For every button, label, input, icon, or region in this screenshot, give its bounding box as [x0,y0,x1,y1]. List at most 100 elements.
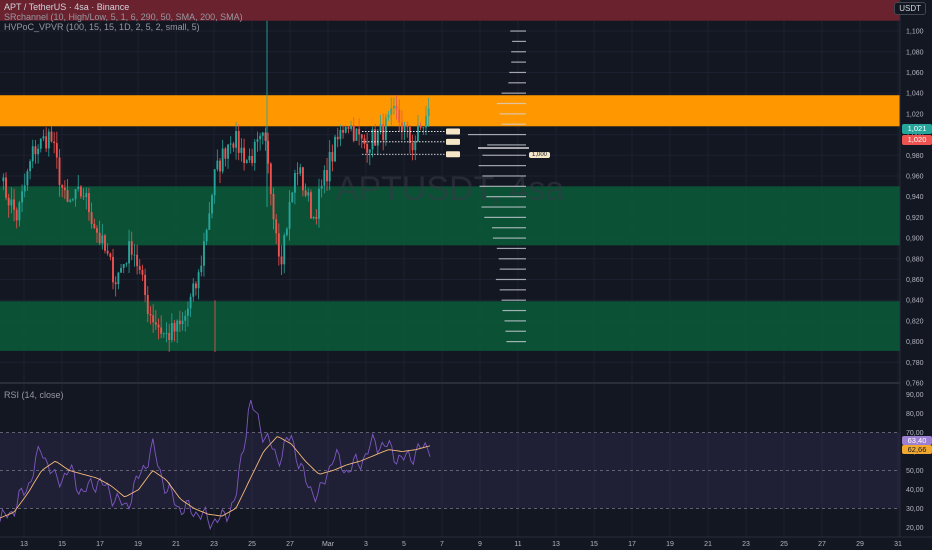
candle-body [342,129,344,133]
volume-profile-bar [492,227,526,229]
candle-body [114,282,117,285]
candle-body [427,108,430,117]
candle-body [269,163,272,194]
candle-body [39,138,42,149]
candle-body [133,254,136,256]
time-tick-label: 13 [552,541,560,548]
volume-profile-bar [482,175,526,177]
price-tick-label: 1,060 [906,70,924,77]
candle-body [74,189,77,200]
candle-body [93,223,96,229]
candle-body [5,177,7,198]
candle-body [395,105,398,110]
candle-body [315,216,318,219]
candle-body [425,116,427,128]
candle-body [98,232,101,244]
candle-body [280,256,283,265]
rsi-ma-badge: 62,66 [902,445,932,454]
chart-canvas[interactable]: APTUSDT, 4sa 1,1201,1001,0801,0601,0401,… [0,0,932,550]
candle-body [358,128,361,135]
volume-profile-bar [468,133,526,136]
volume-profile-bar [509,71,526,74]
candle-body [170,323,173,341]
candle-body [21,191,23,203]
candle-body [366,143,369,153]
candle-body [382,124,385,141]
level-marker-tag [446,138,460,145]
sma-price-badge: 1,020 [902,135,932,145]
candle-body [29,161,32,172]
legend: APT / TetherUS · 4sa · Binance SRchannel… [4,2,243,32]
candle-body [384,117,387,141]
indicator-srchannel[interactable]: SRchannel (10, High/Low, 5, 1, 6, 290, 5… [4,12,243,22]
candle-body [283,235,286,265]
candle-body [79,186,82,197]
candle-body [149,313,152,316]
time-tick-label: 17 [628,541,636,548]
candle-body [216,160,219,170]
candle-body [387,114,390,118]
symbol-title[interactable]: APT / TetherUS · 4sa · Binance [4,2,243,12]
candle-body [34,146,37,155]
currency-button[interactable]: USDT [894,2,926,15]
candle-body [197,272,200,289]
candle-body [168,333,171,341]
time-tick-label: 7 [440,541,444,548]
candle-body [339,129,342,140]
candle-body [125,263,128,265]
rsi-legend: RSI (14, close) [4,390,64,400]
candle-body [144,274,147,296]
candle-body [323,170,326,186]
rsi-value-badge: 63,40 [902,436,932,445]
candle-body [235,131,237,148]
volume-profile-bar [486,196,526,198]
time-tick-label: 23 [210,541,218,548]
time-tick-label: 15 [58,541,66,548]
candle-body [419,125,422,128]
candle-body [398,109,401,123]
candle-body [104,235,106,251]
candle-body [219,160,221,172]
candle-body [192,283,195,297]
candle-body [417,125,419,142]
candle-body [277,233,280,257]
time-tick-label: Mar [322,541,335,548]
volume-profile-bar [478,165,526,167]
candle-body [181,320,184,325]
volume-profile-bar [487,144,526,146]
time-tick-label: 15 [590,541,598,548]
candle-body [334,136,336,162]
rsi-label[interactable]: RSI (14, close) [4,390,64,400]
volume-profile-bar [511,61,526,63]
candle-body [240,147,243,153]
candle-body [291,192,294,203]
candle-body [50,131,53,142]
candle-body [160,327,163,334]
indicator-hvpoc[interactable]: HVPoC_VPVR (100, 15, 15, 1D, 2, 5, 2, sm… [4,22,243,32]
candle-body [360,134,363,139]
candle-body [390,108,393,115]
candle-body [195,283,197,289]
candle-body [128,241,130,264]
candle-body [203,241,205,266]
time-tick-label: 29 [856,541,864,548]
volume-profile-bar [484,216,526,218]
candle-body [307,192,310,196]
price-tick-label: 1,100 [906,29,924,36]
time-tick-label: 17 [96,541,104,548]
price-tick-label: 0,980 [906,153,924,160]
candle-body [350,125,353,129]
candle-body [120,267,122,273]
price-tick-label: 0,880 [906,256,924,263]
time-tick-label: 25 [248,541,256,548]
candle-body [347,126,350,129]
candle-body [310,192,312,219]
time-tick-label: 19 [134,541,142,548]
candle-body [318,188,320,219]
watermark: APTUSDT, 4sa [336,170,565,208]
candle-body [23,185,26,192]
candle-body [101,235,104,244]
candle-body [331,152,334,162]
candle-body [136,254,139,267]
candle-body [392,105,395,109]
